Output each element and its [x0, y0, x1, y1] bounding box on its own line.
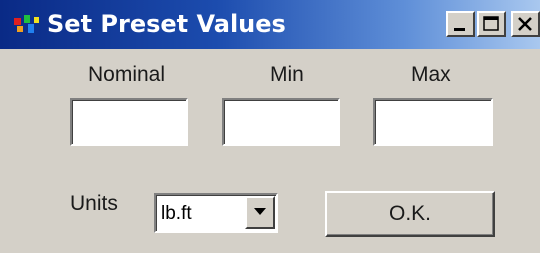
min-input[interactable]: [222, 98, 340, 146]
nominal-input[interactable]: [70, 98, 188, 146]
units-dropdown-button[interactable]: [245, 196, 275, 229]
maximize-icon: [483, 16, 499, 31]
minimize-icon: [454, 28, 465, 31]
minimize-button[interactable]: [446, 11, 475, 37]
units-selected-value: lb.ft: [161, 203, 192, 224]
units-select[interactable]: lb.ft: [154, 193, 278, 233]
max-input[interactable]: [373, 98, 493, 146]
ok-button[interactable]: O.K.: [325, 191, 495, 237]
max-label: Max: [411, 63, 451, 86]
min-label: Min: [270, 63, 304, 86]
app-icon: [14, 15, 39, 33]
chevron-down-icon: [254, 208, 266, 215]
title-bar[interactable]: Set Preset Values: [0, 0, 540, 49]
nominal-label: Nominal: [88, 63, 166, 86]
window-title: Set Preset Values: [47, 10, 286, 38]
set-preset-values-dialog: Set Preset Values Nominal Min Max Units …: [0, 0, 544, 257]
close-button[interactable]: [511, 11, 540, 37]
close-icon: [518, 17, 532, 31]
units-label: Units: [70, 192, 118, 215]
maximize-button[interactable]: [477, 11, 506, 37]
